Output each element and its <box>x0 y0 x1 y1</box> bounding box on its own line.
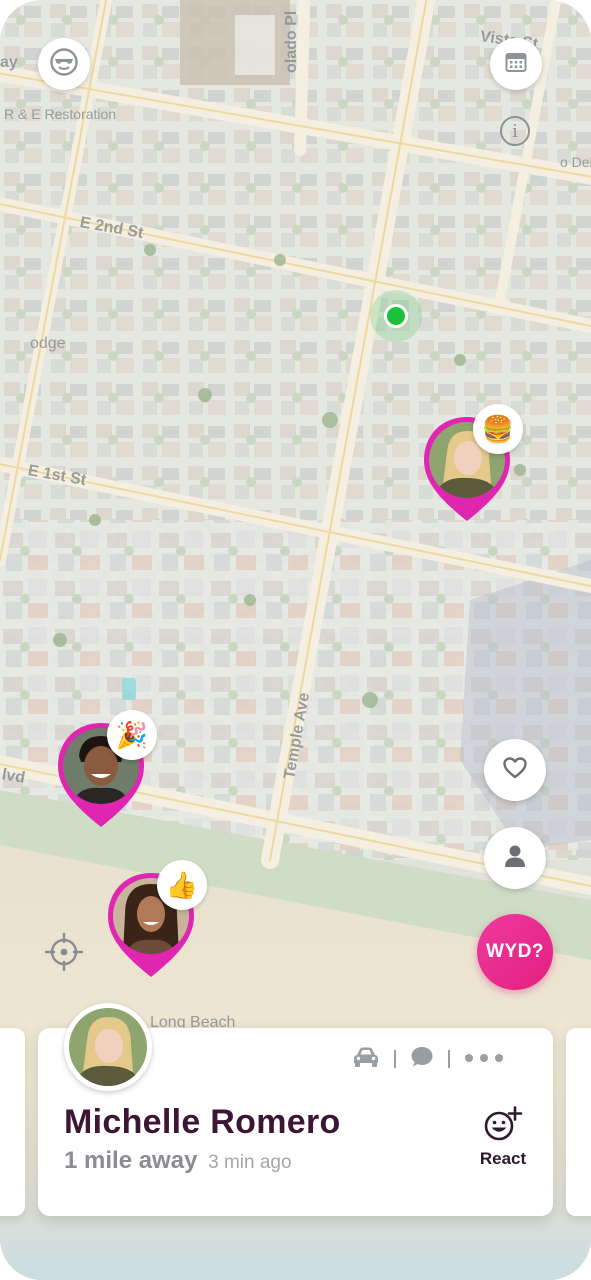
locate-button[interactable] <box>44 932 84 972</box>
distance-text: 1 mile away <box>64 1147 198 1174</box>
divider <box>448 1050 450 1068</box>
street-label-o-del: o Del <box>560 154 591 170</box>
react-button[interactable]: React <box>470 1106 536 1176</box>
add-reaction-icon <box>483 1106 523 1147</box>
divider <box>394 1050 396 1068</box>
time-ago: 3 min ago <box>208 1152 292 1173</box>
calendar-icon <box>504 50 528 79</box>
car-icon[interactable] <box>352 1046 380 1073</box>
next-card[interactable] <box>566 1028 591 1216</box>
info-icon: i <box>512 120 518 142</box>
previous-card[interactable] <box>0 1028 25 1216</box>
sunglasses-face-icon <box>49 47 79 82</box>
street-label-restoration: R & E Restoration <box>4 106 117 122</box>
street-label-odge: odge <box>30 335 66 352</box>
heart-icon <box>503 756 527 784</box>
card-actions <box>352 1043 532 1075</box>
street-label-blvd: lvd <box>0 766 27 787</box>
wyd-button[interactable]: WYD? <box>477 914 553 990</box>
more-dots-icon[interactable] <box>464 1050 504 1068</box>
street-label-way: ay <box>0 54 18 71</box>
emoji-badge-burger: 🍔 <box>473 404 523 454</box>
crosshair-icon <box>44 932 84 976</box>
person-icon <box>504 844 526 873</box>
chat-bubble-icon[interactable] <box>410 1045 434 1074</box>
app-screen: E 2nd St E 1st St Temple Ave olado Pl Vi… <box>0 0 591 1280</box>
emoji-badge-party: 🎉 <box>107 710 157 760</box>
my-location-dot <box>384 304 408 328</box>
emoji-badge-thumbs: 👍 <box>157 860 207 910</box>
info-button[interactable]: i <box>500 116 530 146</box>
calendar-button[interactable] <box>490 38 542 90</box>
street-label-olado-pl: olado Pl <box>283 10 300 73</box>
favorites-button[interactable] <box>484 739 546 801</box>
avatar[interactable] <box>64 1003 152 1091</box>
friend-name: Michelle Romero <box>64 1103 341 1141</box>
react-label: React <box>479 1149 527 1168</box>
friend-distance: 1 mile away 3 min ago <box>64 1147 292 1175</box>
profile-button[interactable] <box>38 38 90 90</box>
friends-button[interactable] <box>484 827 546 889</box>
